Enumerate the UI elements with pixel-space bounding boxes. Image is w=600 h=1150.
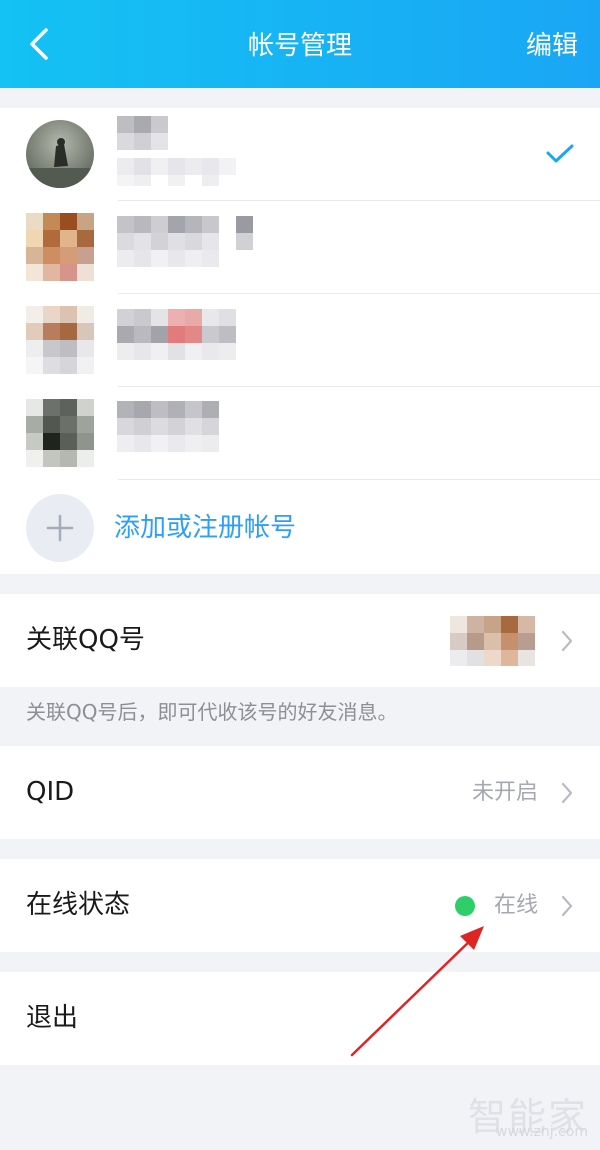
account-item[interactable] [0,108,600,201]
online-status-row[interactable]: 在线状态 在线 [0,859,600,952]
nav-bar: 帐号管理 编辑 [0,0,600,88]
divider [118,479,600,480]
chevron-right-icon [561,630,573,652]
qid-status: 未开启 [471,780,538,805]
page-title: 帐号管理 [247,31,352,61]
watermark-url: www.znj.com [496,1124,588,1140]
account-item[interactable] [0,294,600,387]
linked-qq-note: 关联QQ号后，即可代收该号的好友消息。 [26,700,398,724]
logout-row[interactable]: 退出 [0,972,600,1065]
avatar [26,399,94,467]
account-item[interactable] [0,201,600,294]
edit-button[interactable]: 编辑 [526,0,578,88]
qid-row[interactable]: QID 未开启 [0,746,600,839]
account-list: 添加或注册帐号 [0,108,600,574]
account-name-blurred [117,216,253,267]
avatar [26,306,94,374]
linked-qq-avatar-blurred [450,616,535,666]
chevron-right-icon [561,782,573,804]
checkmark-icon [546,144,574,163]
qid-label: QID [26,777,75,807]
account-name-blurred [117,309,236,360]
add-account-button[interactable] [26,494,94,562]
account-item[interactable] [0,387,600,480]
chevron-right-icon [561,895,573,917]
plus-icon [46,514,74,542]
account-name-blurred [117,401,219,452]
online-status-label: 在线状态 [26,890,131,920]
online-status-value: 在线 [493,893,538,918]
logout-label: 退出 [26,1003,79,1033]
add-account-label[interactable]: 添加或注册帐号 [114,504,296,552]
linked-qq-row[interactable]: 关联QQ号 [0,594,600,687]
linked-qq-label: 关联QQ号 [26,625,145,655]
account-name-blurred [117,116,236,186]
online-indicator-dot [455,896,475,916]
avatar [26,120,94,188]
avatar [26,213,94,281]
